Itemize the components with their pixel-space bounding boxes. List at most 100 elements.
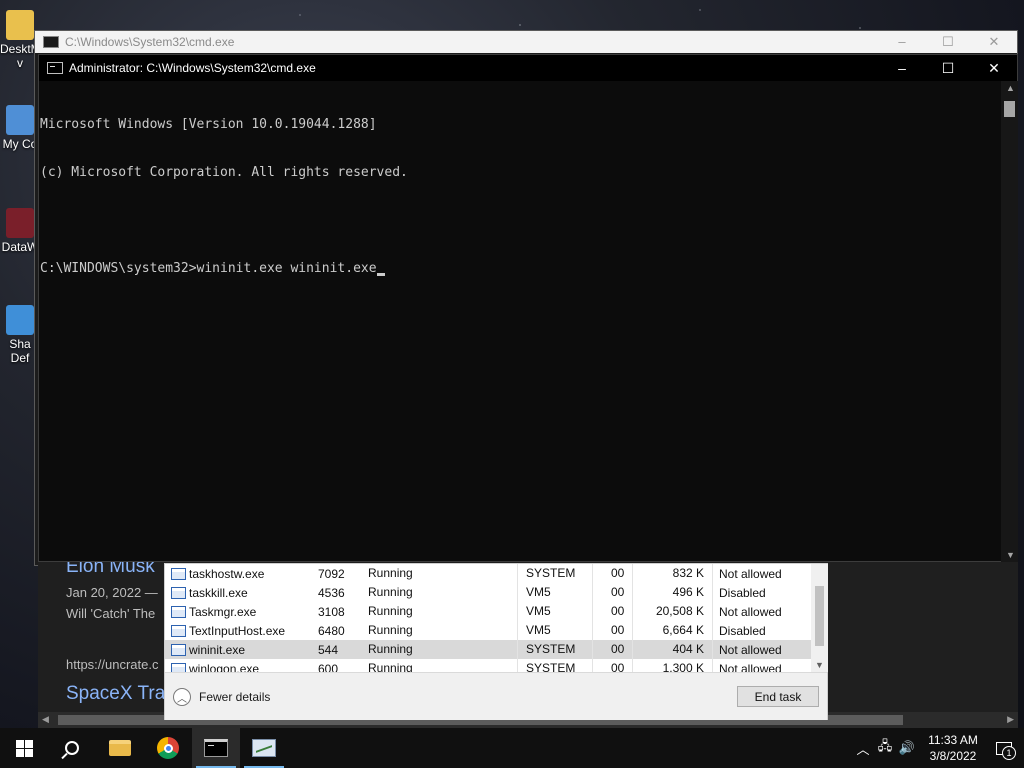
article-snippet: Will 'Catch' The [66, 606, 156, 621]
process-pid: 7092 [318, 566, 345, 581]
process-name: TextInputHost.exe [189, 623, 286, 638]
search-button[interactable] [48, 728, 96, 768]
close-button[interactable]: ✕ [971, 34, 1017, 50]
process-memory: 496 K [633, 583, 713, 602]
cmd-window-background-titlebar[interactable]: C:\Windows\System32\cmd.exe – ☐ ✕ [35, 31, 1017, 53]
scroll-left-icon[interactable]: ◀ [42, 714, 49, 725]
process-name: wininit.exe [189, 642, 246, 657]
process-user: VM5 [518, 583, 593, 602]
process-row[interactable]: Taskmgr.exe 3108 Running VM5 00 20,508 K Not a… [165, 602, 811, 621]
folder-icon [109, 740, 131, 756]
process-user: VM5 [518, 602, 593, 621]
process-user: SYSTEM [518, 640, 593, 659]
process-status: Running [368, 659, 518, 672]
process-cpu: 00 [593, 621, 633, 640]
clock-date: 3/8/2022 [929, 749, 977, 763]
process-list[interactable]: taskhostw.exe 7092 Running SYSTEM 00 832 K Not… [165, 564, 811, 672]
taskbar-chrome[interactable] [144, 728, 192, 768]
process-row[interactable]: TextInputHost.exe 6480 Running VM5 00 6,664 K… [165, 621, 811, 640]
scroll-down-icon[interactable]: ▼ [1006, 550, 1015, 560]
process-name: taskkill.exe [189, 585, 248, 600]
maximize-button[interactable]: ☐ [925, 55, 971, 81]
volume-icon[interactable]: 🔊 [896, 740, 918, 756]
console-line: (c) Microsoft Corporation. All rights re… [40, 165, 408, 180]
process-uac-virtualization: Not allowed [719, 661, 782, 673]
process-user: SYSTEM [518, 564, 593, 583]
chrome-icon [157, 737, 179, 759]
process-pid: 4536 [318, 585, 345, 600]
process-icon [171, 662, 186, 672]
text-cursor [376, 273, 385, 276]
console-output[interactable]: Microsoft Windows [Version 10.0.19044.12… [39, 81, 1001, 561]
process-status: Running [368, 602, 518, 621]
scrollbar-thumb[interactable] [815, 586, 824, 646]
cmd-window-titlebar[interactable]: Administrator: C:\Windows\System32\cmd.e… [39, 55, 1017, 81]
action-center-button[interactable]: 1 [984, 728, 1024, 768]
process-row[interactable]: taskhostw.exe 7092 Running SYSTEM 00 832 K Not… [165, 564, 811, 583]
article-title-link[interactable]: SpaceX Tra [66, 683, 165, 705]
close-button[interactable]: ✕ [971, 55, 1017, 81]
scroll-up-icon[interactable]: ▲ [1006, 83, 1015, 93]
desktop-icon-label: Sha Def [9, 337, 31, 365]
cmd-window-admin[interactable]: Administrator: C:\Windows\System32\cmd.e… [38, 54, 1018, 562]
desktop-icon-label: DataW [1, 240, 39, 254]
process-status: Running [368, 564, 518, 583]
process-pid: 600 [318, 661, 339, 673]
start-button[interactable] [0, 728, 48, 768]
taskbar: ︿ 🖧 🔊 11:33 AM 3/8/2022 1 [0, 728, 1024, 768]
process-status: Running [368, 621, 518, 640]
process-row[interactable]: wininit.exe 544 Running SYSTEM 00 404 K Not al… [165, 640, 811, 659]
task-manager-icon [252, 739, 276, 757]
computer-icon [6, 105, 34, 135]
task-manager-footer: ︿ Fewer details End task [165, 672, 827, 720]
taskbar-command-prompt[interactable] [192, 728, 240, 768]
search-icon [65, 741, 79, 755]
system-tray: ︿ 🖧 🔊 11:33 AM 3/8/2022 1 [852, 728, 1024, 768]
minimize-button[interactable]: – [879, 34, 925, 50]
window-title: Administrator: C:\Windows\System32\cmd.e… [69, 61, 316, 75]
scrollbar-thumb[interactable] [1004, 101, 1015, 117]
minimize-button[interactable]: – [879, 55, 925, 81]
show-hidden-icons-chevron-icon[interactable]: ︿ [852, 739, 874, 758]
process-name: taskhostw.exe [189, 566, 265, 581]
process-row[interactable]: taskkill.exe 4536 Running VM5 00 496 K Disable… [165, 583, 811, 602]
article-date: Jan 20, 2022 — [66, 585, 158, 600]
process-cpu: 00 [593, 564, 633, 583]
scroll-right-icon[interactable]: ▶ [1007, 714, 1014, 725]
process-icon [171, 643, 186, 656]
console-prompt-line: C:\WINDOWS\system32>wininit.exe wininit.… [40, 261, 377, 276]
process-pid: 544 [318, 642, 339, 657]
process-pid: 3108 [318, 604, 345, 619]
app-shortcut-icon [6, 208, 34, 238]
process-user: VM5 [518, 621, 593, 640]
process-row[interactable]: winlogon.exe 600 Running SYSTEM 00 1,300 K Not… [165, 659, 811, 672]
chevron-up-icon: ︿ [173, 688, 191, 706]
fewer-details-toggle[interactable]: ︿ Fewer details [173, 688, 270, 706]
scroll-down-icon[interactable]: ▼ [815, 660, 824, 670]
windows-logo-icon [15, 739, 33, 757]
console-scrollbar[interactable]: ▲ ▼ [1001, 81, 1018, 562]
process-cpu: 00 [593, 659, 633, 672]
fewer-details-label: Fewer details [199, 690, 271, 704]
maximize-button[interactable]: ☐ [925, 34, 971, 50]
process-icon [171, 567, 186, 580]
process-memory: 20,508 K [633, 602, 713, 621]
process-name: Taskmgr.exe [189, 604, 257, 619]
taskbar-file-explorer[interactable] [96, 728, 144, 768]
task-manager-window[interactable]: taskhostw.exe 7092 Running SYSTEM 00 832 K Not… [164, 563, 828, 720]
folder-icon [6, 10, 34, 40]
process-uac-virtualization: Disabled [719, 585, 766, 600]
article-url: https://uncrate.c [66, 657, 159, 672]
clock[interactable]: 11:33 AM 3/8/2022 [922, 732, 984, 764]
taskbar-task-manager[interactable] [240, 728, 288, 768]
process-uac-virtualization: Not allowed [719, 604, 782, 619]
process-list-scrollbar[interactable]: ▼ [811, 564, 828, 672]
process-cpu: 00 [593, 583, 633, 602]
process-memory: 6,664 K [633, 621, 713, 640]
network-icon[interactable]: 🖧 [874, 737, 896, 759]
process-pid: 6480 [318, 623, 345, 638]
end-task-button[interactable]: End task [737, 686, 819, 707]
console-line: Microsoft Windows [Version 10.0.19044.12… [40, 117, 377, 132]
shield-shortcut-icon [6, 305, 34, 335]
